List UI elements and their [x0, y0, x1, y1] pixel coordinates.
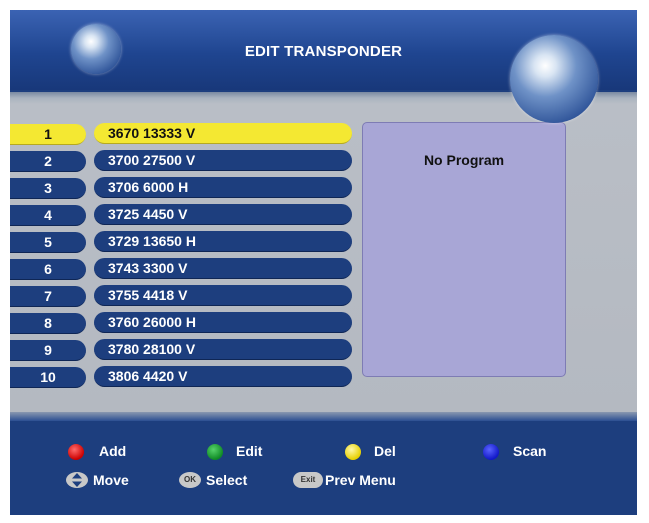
transponder-row[interactable]: 8 3760 26000 H: [10, 311, 354, 335]
no-program-label: No Program: [423, 152, 505, 168]
red-dot-icon: [68, 444, 84, 460]
transponder-row[interactable]: 7 3755 4418 V: [10, 284, 354, 308]
transponder-number: 6: [10, 259, 86, 280]
add-key-label[interactable]: Add: [99, 443, 126, 459]
transponder-number: 10: [10, 367, 86, 388]
transponder-row[interactable]: 2 3700 27500 V: [10, 149, 354, 173]
exit-button-icon: Exit: [293, 472, 323, 488]
transponder-row[interactable]: 5 3729 13650 H: [10, 230, 354, 254]
transponder-number: 7: [10, 286, 86, 307]
transponder-row[interactable]: 3 3706 6000 H: [10, 176, 354, 200]
transponder-value: 3729 13650 H: [94, 231, 352, 252]
transponder-row[interactable]: 10 3806 4420 V: [10, 365, 354, 389]
transponder-value: 3706 6000 H: [94, 177, 352, 198]
transponder-row[interactable]: 9 3780 28100 V: [10, 338, 354, 362]
program-info-panel: No Program: [362, 122, 566, 377]
blue-dot-icon: [483, 444, 499, 460]
transponder-number: 4: [10, 205, 86, 226]
transponder-number: 2: [10, 151, 86, 172]
main-panel: 1 3670 13333 V 2 3700 27500 V 3 3706 600…: [10, 92, 637, 412]
select-key-label[interactable]: Select: [206, 472, 247, 488]
transponder-number: 3: [10, 178, 86, 199]
transponder-value: 3780 28100 V: [94, 339, 352, 360]
transponder-row[interactable]: 4 3725 4450 V: [10, 203, 354, 227]
prev-menu-key-label[interactable]: Prev Menu: [325, 472, 396, 488]
transponder-value: 3755 4418 V: [94, 285, 352, 306]
tv-screen: EDIT TRANSPONDER 1 3670 13333 V 2 3700 2…: [10, 10, 637, 515]
footer-divider: [10, 412, 637, 421]
transponder-value: 3700 27500 V: [94, 150, 352, 171]
transponder-value: 3806 4420 V: [94, 366, 352, 387]
transponder-number: 9: [10, 340, 86, 361]
transponder-row[interactable]: 6 3743 3300 V: [10, 257, 354, 281]
transponder-value: 3725 4450 V: [94, 204, 352, 225]
transponder-value: 3670 13333 V: [94, 123, 352, 144]
footer-help-bar: Add Edit Del Scan Move OK Select Exit Pr…: [10, 412, 637, 515]
transponder-number: 5: [10, 232, 86, 253]
transponder-value: 3743 3300 V: [94, 258, 352, 279]
green-dot-icon: [207, 444, 223, 460]
transponder-value: 3760 26000 H: [94, 312, 352, 333]
transponder-row[interactable]: 1 3670 13333 V: [10, 122, 354, 146]
edit-key-label[interactable]: Edit: [236, 443, 262, 459]
move-key-label[interactable]: Move: [93, 472, 129, 488]
del-key-label[interactable]: Del: [374, 443, 396, 459]
scan-key-label[interactable]: Scan: [513, 443, 546, 459]
bubble-decoration-icon: [510, 35, 598, 123]
up-down-arrows-icon: [66, 472, 88, 488]
yellow-dot-icon: [345, 444, 361, 460]
transponder-number: 8: [10, 313, 86, 334]
ok-button-icon: OK: [179, 472, 201, 488]
transponder-number: 1: [10, 124, 86, 145]
